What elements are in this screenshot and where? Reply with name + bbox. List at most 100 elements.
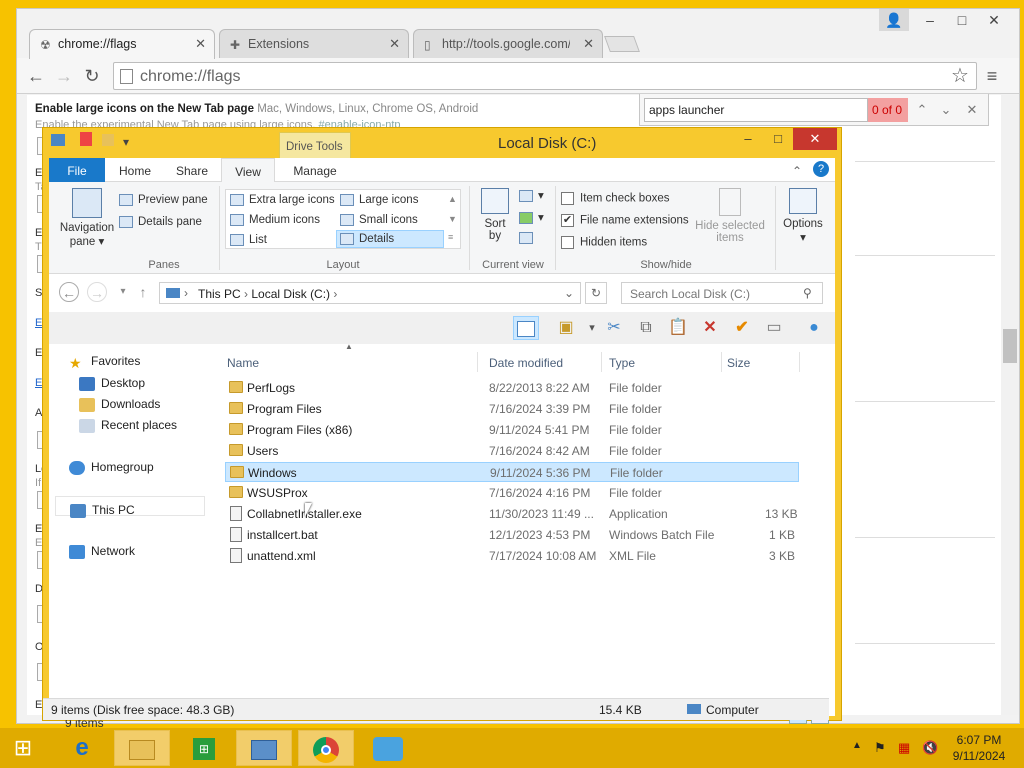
new-folder-icon[interactable]: [101, 134, 114, 146]
remote-desktop-icon[interactable]: [236, 730, 292, 766]
item-check-boxes-toggle[interactable]: Item check boxes: [561, 192, 669, 205]
sort-by-button[interactable]: Sort by: [477, 188, 513, 242]
layout-list[interactable]: List: [230, 234, 267, 246]
store-icon[interactable]: ⊞: [176, 730, 232, 766]
folder-options-icon[interactable]: ▣: [553, 316, 579, 340]
close-tab-icon[interactable]: ✕: [195, 36, 206, 52]
delete-icon[interactable]: ✕: [697, 316, 723, 340]
file-explorer-icon[interactable]: [114, 730, 170, 766]
nav-this-pc[interactable]: This PC: [55, 496, 205, 518]
customize-qat-icon[interactable]: ▾: [123, 135, 129, 149]
nav-favorites[interactable]: ★ Favorites: [69, 354, 140, 371]
minimize-button[interactable]: –: [915, 9, 945, 31]
table-row[interactable]: installcert.bat 12/1/2023 4:53 PM Windows …: [225, 525, 799, 545]
nav-recent-places[interactable]: Recent places: [79, 418, 177, 433]
paste-icon[interactable]: 📋: [665, 316, 691, 340]
collapse-ribbon-icon[interactable]: ⌃: [789, 158, 805, 182]
options-button[interactable]: Options ▾: [779, 188, 827, 244]
nav-downloads[interactable]: Downloads: [79, 397, 160, 412]
volume-muted-icon[interactable]: 🔇: [922, 740, 938, 756]
clock[interactable]: 6:07 PM 9/11/2024: [944, 732, 1014, 764]
table-row[interactable]: unattend.xml 7/17/2024 10:08 AM XML File 3 …: [225, 546, 799, 566]
sync-icon[interactable]: ●: [801, 316, 827, 340]
profile-icon[interactable]: 👤: [879, 9, 909, 31]
page-scrollbar[interactable]: [1001, 95, 1019, 715]
size-columns-icon[interactable]: [519, 232, 538, 244]
layout-medium-icons[interactable]: Medium icons: [230, 214, 320, 226]
forward-button[interactable]: →: [51, 63, 77, 89]
rename-icon[interactable]: ✔: [729, 316, 755, 340]
chrome-icon[interactable]: [298, 730, 354, 766]
search-input[interactable]: Search Local Disk (C:): [621, 282, 823, 304]
menu-icon[interactable]: ≡: [979, 63, 1005, 89]
back-button[interactable]: ←: [23, 63, 49, 89]
details-pane-button[interactable]: Details pane: [119, 216, 202, 228]
forward-button[interactable]: →: [87, 282, 107, 302]
start-button[interactable]: ⊞: [0, 730, 46, 766]
scrollbar-thumb[interactable]: [1003, 329, 1017, 363]
tab-manage[interactable]: Manage: [279, 158, 351, 182]
omnibox[interactable]: chrome://flags: [113, 62, 977, 90]
gallery-down-icon[interactable]: ▼: [448, 214, 457, 224]
tab-share[interactable]: Share: [165, 158, 219, 182]
column-type[interactable]: Type: [609, 356, 635, 370]
file-name-extensions-toggle[interactable]: ✔ File name extensions: [561, 214, 689, 227]
table-row[interactable]: PerfLogs 8/22/2013 8:22 AM File folder: [225, 378, 799, 398]
tab-tools-google[interactable]: ▯ http://tools.google.com/c ✕: [413, 29, 603, 59]
back-button[interactable]: ←: [59, 282, 79, 302]
recent-locations-icon[interactable]: ▾: [113, 282, 133, 302]
copy-icon[interactable]: ⧉: [633, 316, 659, 340]
column-size[interactable]: Size: [727, 356, 750, 370]
address-box[interactable]: › This PC › Local Disk (C:) › ⌄: [159, 282, 581, 304]
layout-extra-large-icons[interactable]: Extra large icons: [230, 194, 335, 206]
maximize-button[interactable]: □: [947, 9, 977, 31]
nav-network[interactable]: Network: [69, 544, 135, 559]
column-date-modified[interactable]: Date modified: [489, 356, 563, 370]
column-name[interactable]: Name: [227, 356, 259, 370]
ie-icon[interactable]: e: [54, 730, 110, 766]
flag-icon[interactable]: ⚑: [874, 740, 886, 756]
properties-icon[interactable]: ▭: [761, 316, 787, 340]
tab-home[interactable]: Home: [107, 158, 163, 182]
close-tab-icon[interactable]: ✕: [389, 36, 400, 52]
group-by-icon[interactable]: ▾: [519, 188, 544, 202]
table-row[interactable]: WSUSProx 7/16/2024 4:16 PM File folder: [225, 483, 799, 503]
layout-large-icons[interactable]: Large icons: [340, 194, 418, 206]
hidden-items-toggle[interactable]: Hidden items: [561, 236, 647, 249]
preview-pane-button[interactable]: Preview pane: [119, 194, 208, 206]
tab-flags[interactable]: ☢ chrome://flags ✕: [29, 29, 215, 59]
minimize-button[interactable]: –: [733, 128, 763, 150]
hide-selected-items-button[interactable]: Hide selected items: [693, 188, 767, 244]
find-close-icon[interactable]: ✕: [960, 98, 984, 122]
navigation-pane-button[interactable]: Navigation pane ▾: [59, 188, 115, 248]
properties-icon[interactable]: [80, 132, 93, 146]
breadcrumb-local-disk[interactable]: Local Disk (C:): [251, 287, 330, 301]
cut-icon[interactable]: ✂: [601, 316, 627, 340]
up-button[interactable]: ↑: [133, 282, 153, 302]
network-error-icon[interactable]: ▦: [898, 740, 910, 756]
maximize-button[interactable]: □: [763, 128, 793, 150]
table-row[interactable]: Program Files 7/16/2024 3:39 PM File folde…: [225, 399, 799, 419]
gallery-up-icon[interactable]: ▲: [448, 194, 457, 204]
gallery-expand-icon[interactable]: ≡: [448, 232, 453, 242]
tray-expand-icon[interactable]: ▲: [852, 740, 862, 751]
add-columns-icon[interactable]: ▾: [519, 210, 544, 224]
table-row[interactable]: Users 7/16/2024 8:42 AM File folder: [225, 441, 799, 461]
tab-view[interactable]: View: [221, 158, 275, 182]
new-tab-button[interactable]: [604, 36, 640, 52]
search-icon[interactable]: ⚲: [803, 286, 812, 300]
nav-homegroup[interactable]: Homegroup: [69, 460, 154, 475]
close-button[interactable]: ✕: [979, 9, 1009, 31]
star-icon[interactable]: ☆: [947, 63, 973, 89]
close-button[interactable]: ✕: [793, 128, 837, 150]
layout-small-icons[interactable]: Small icons: [340, 214, 418, 226]
refresh-button[interactable]: ↻: [585, 282, 607, 304]
find-previous-icon[interactable]: ⌃: [910, 98, 934, 122]
find-next-icon[interactable]: ⌄: [934, 98, 958, 122]
close-tab-icon[interactable]: ✕: [583, 36, 594, 52]
breadcrumb-this-pc[interactable]: This PC: [198, 287, 241, 301]
table-row[interactable]: Windows 9/11/2024 5:36 PM File folder: [225, 462, 799, 482]
preview-pane-toggle-icon[interactable]: [513, 316, 539, 340]
tab-file[interactable]: File: [49, 158, 105, 182]
nav-desktop[interactable]: Desktop: [79, 376, 145, 391]
